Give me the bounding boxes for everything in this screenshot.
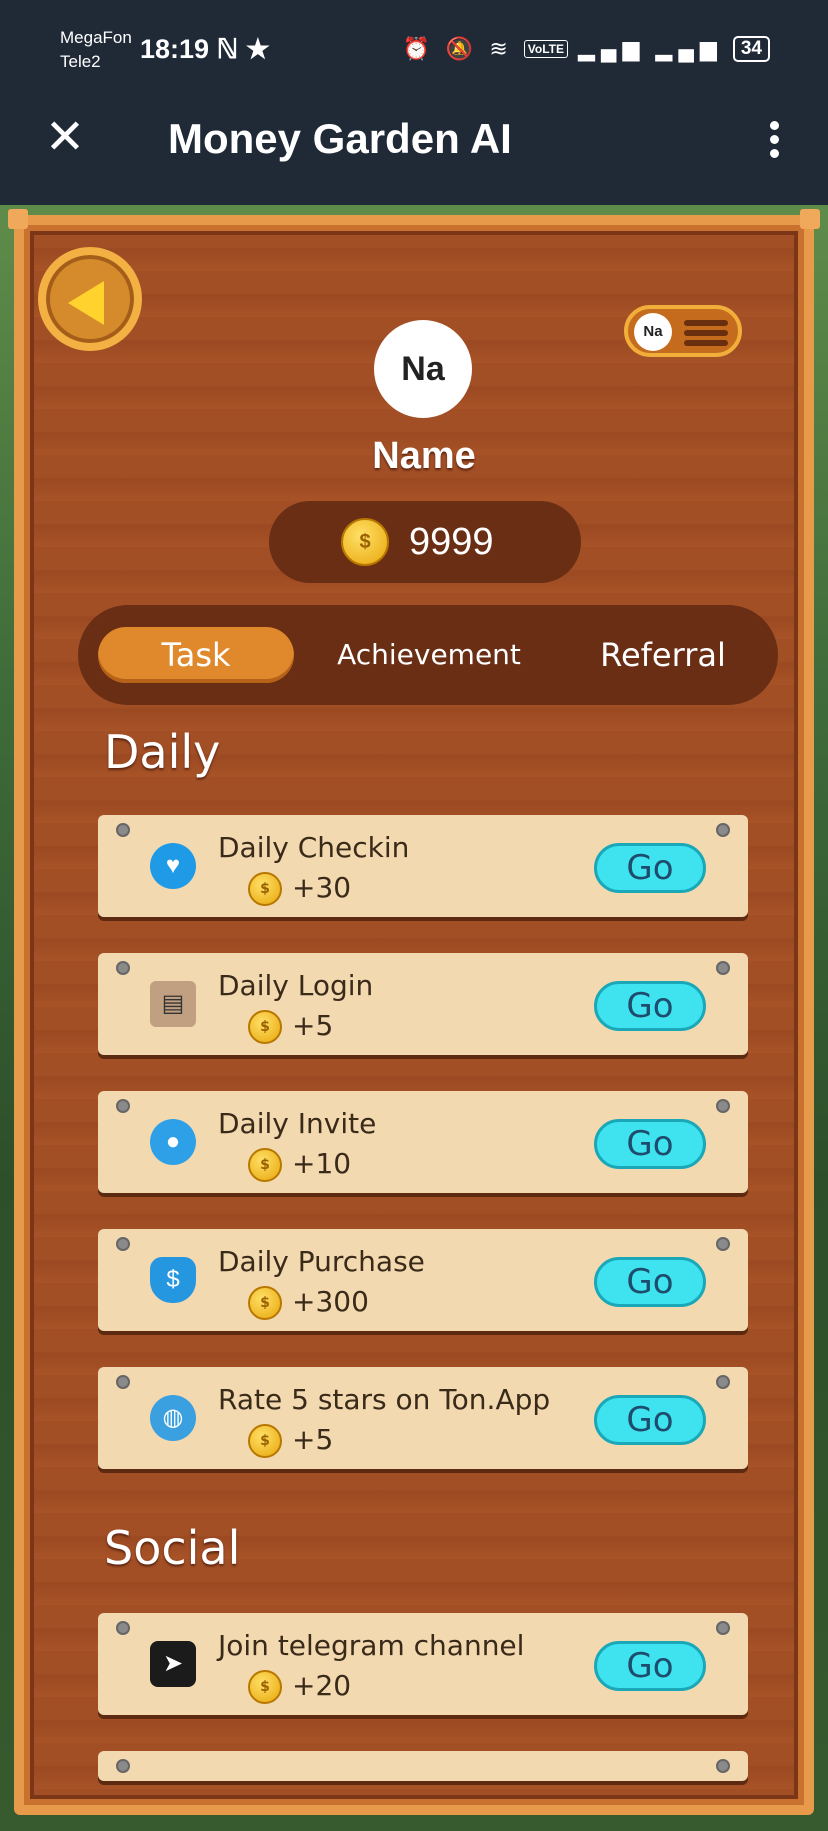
menu-icon — [684, 320, 728, 350]
tab-task[interactable]: Task — [98, 627, 294, 683]
mini-avatar: Na — [634, 313, 672, 351]
pin — [716, 1621, 730, 1635]
task-name: Daily Purchase — [218, 1245, 425, 1278]
dot — [769, 135, 779, 144]
tab-bar: Task Achievement Referral — [78, 605, 778, 705]
person-icon: ● — [150, 1119, 196, 1165]
go-button[interactable]: Go — [594, 981, 706, 1031]
dot — [769, 121, 779, 130]
coin-icon: $ — [248, 1670, 282, 1704]
user-name: Name — [372, 435, 476, 477]
heart-pin-icon: ♥ — [150, 843, 196, 889]
task-card-partial — [98, 1751, 748, 1781]
pin — [716, 1237, 730, 1251]
close-icon: ✕ — [44, 111, 86, 164]
task-name: Daily Checkin — [218, 831, 410, 864]
game-scene: Na Na Name $ 9999 Task Achievement Refer… — [0, 205, 828, 1831]
earth-icon: ◍ — [150, 1395, 196, 1441]
coin-icon: $ — [248, 1010, 282, 1044]
task-reward: $ +10 — [248, 1147, 351, 1182]
avatar: Na — [374, 320, 472, 418]
signal-icon: ▂▄▆ — [577, 36, 646, 61]
pin — [716, 1759, 730, 1773]
coin-icon: $ — [248, 1148, 282, 1182]
reward-value: +10 — [292, 1147, 352, 1180]
pin — [116, 1237, 130, 1251]
task-card: ➤ Join telegram channel $ +20 Go — [98, 1613, 748, 1715]
status-bar: MegaFon Tele2 18:19 ℕ ★ ⏰ 🔕 ≋ VoLTE ▂▄▆ … — [0, 0, 828, 95]
app-title: Money Garden AI — [168, 115, 512, 162]
coin-icon: $ — [248, 1286, 282, 1320]
time: 18:19 — [140, 34, 210, 64]
pin — [116, 823, 130, 837]
task-reward: $ +300 — [248, 1285, 369, 1320]
clock: 18:19 ℕ ★ — [140, 34, 270, 65]
dot — [769, 149, 779, 158]
battery-icon: 34 — [732, 36, 770, 62]
carrier-2: Tele2 — [60, 52, 101, 71]
close-button[interactable]: ✕ — [44, 114, 86, 162]
task-reward: $ +20 — [248, 1669, 351, 1704]
back-button[interactable] — [38, 247, 142, 351]
go-button[interactable]: Go — [594, 1395, 706, 1445]
pin — [716, 823, 730, 837]
task-card: ▤ Daily Login $ +5 Go — [98, 953, 748, 1055]
pin — [116, 1375, 130, 1389]
pin — [716, 1099, 730, 1113]
alarm-icon: ⏰ — [402, 36, 436, 61]
section-title-daily: Daily — [104, 725, 221, 779]
pin — [116, 1759, 130, 1773]
money-bag-icon: $ — [150, 1257, 196, 1303]
tab-referral[interactable]: Referral — [568, 627, 758, 683]
task-card: ◍ Rate 5 stars on Ton.App $ +5 Go — [98, 1367, 748, 1469]
mute-icon: 🔕 — [445, 36, 480, 61]
reward-value: +30 — [292, 871, 352, 904]
go-button[interactable]: Go — [594, 1257, 706, 1307]
coin-icon: $ — [248, 1424, 282, 1458]
status-icons: ⏰ 🔕 ≋ VoLTE ▂▄▆ ▂▄▆ 34 — [403, 36, 770, 62]
carrier-1: MegaFon — [60, 28, 132, 47]
coin-value: 9999 — [409, 521, 494, 563]
clipboard-icon: ▤ — [150, 981, 196, 1027]
task-reward: $ +5 — [248, 1009, 333, 1044]
task-name: Daily Login — [218, 969, 374, 1002]
go-button[interactable]: Go — [594, 843, 706, 893]
reward-value: +5 — [292, 1009, 334, 1042]
task-card: ♥ Daily Checkin $ +30 Go — [98, 815, 748, 917]
nfc-star-icons: ℕ ★ — [216, 34, 270, 64]
coin-icon: $ — [248, 872, 282, 906]
coin-icon: $ — [341, 518, 389, 566]
task-name: Daily Invite — [218, 1107, 377, 1140]
app-bar: ✕ Money Garden AI — [0, 95, 828, 205]
wooden-board: Na Na Name $ 9999 Task Achievement Refer… — [8, 209, 820, 1815]
task-name: Join telegram channel — [218, 1629, 525, 1662]
task-reward: $ +5 — [248, 1423, 333, 1458]
wifi-icon: ≋ — [489, 36, 514, 61]
task-card: $ Daily Purchase $ +300 Go — [98, 1229, 748, 1331]
task-card: ● Daily Invite $ +10 Go — [98, 1091, 748, 1193]
task-name: Rate 5 stars on Ton.App — [218, 1383, 551, 1416]
task-reward: $ +30 — [248, 871, 351, 906]
reward-value: +20 — [292, 1669, 352, 1702]
go-button[interactable]: Go — [594, 1119, 706, 1169]
coin-balance: $ 9999 — [269, 501, 581, 583]
carrier-names: MegaFon Tele2 — [60, 26, 132, 74]
more-options-button[interactable] — [768, 121, 780, 161]
reward-value: +5 — [292, 1423, 334, 1456]
pin — [116, 961, 130, 975]
go-button[interactable]: Go — [594, 1641, 706, 1691]
telegram-icon: ➤ — [150, 1641, 196, 1687]
pin — [716, 1375, 730, 1389]
volte-icon: VoLTE — [523, 40, 568, 58]
profile-menu-button[interactable]: Na — [624, 305, 742, 357]
tab-achievement[interactable]: Achievement — [324, 627, 534, 683]
pin — [716, 961, 730, 975]
section-title-social: Social — [104, 1521, 241, 1575]
pin — [116, 1621, 130, 1635]
reward-value: +300 — [292, 1285, 369, 1318]
signal-2-icon: ▂▄▆ — [655, 36, 723, 61]
pin — [116, 1099, 130, 1113]
